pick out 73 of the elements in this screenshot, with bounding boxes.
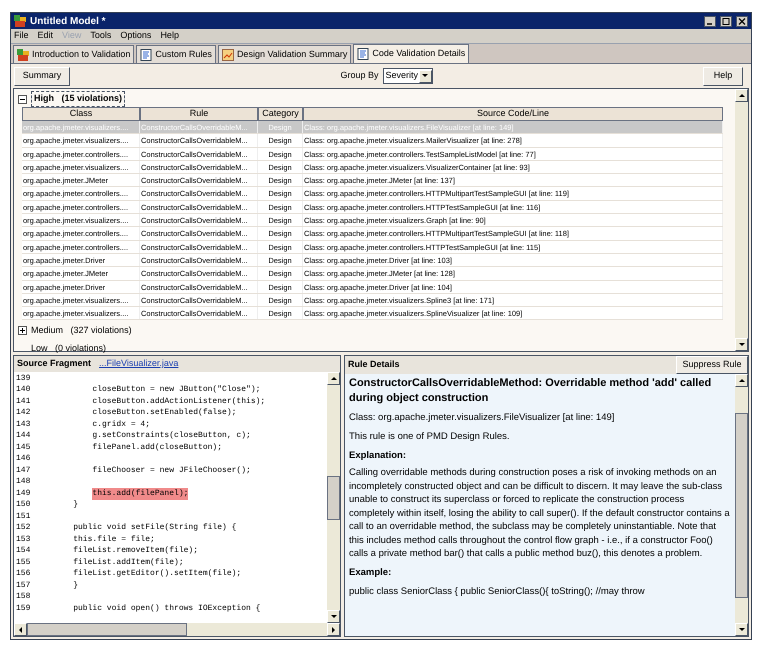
line-number: 157 [15, 580, 32, 592]
group-by-label: Group By [340, 69, 379, 82]
menu-item[interactable]: Help [160, 29, 179, 43]
explanation-text: Calling overridable methods during construction poses a risk of invoking methods on an incompletely constructed object and can be difficult to discern. It may leave the sub-class unable to construct its superclass or forced to replicate the construction process completely within itself, losing the ability to call super(). If the default constructor contains a call to an overridable method, the subclass may be completely uninstantiable. Note that this includes method calls throughout the control flow graph - i.e., if a constructor Foo() calls a private method bar() that calls a public method buz(), this denotes a problem. [349, 466, 731, 560]
panel-title: Source Fragment [17, 357, 92, 370]
tab[interactable]: Introduction to Validation [13, 45, 134, 63]
class-location: Class: org.apache.jmeter.visualizers.FileVisualizer [at line: 149] [349, 411, 616, 425]
line-number: 147 [15, 464, 32, 477]
column-header[interactable]: Class [22, 107, 140, 121]
column-header[interactable]: Source Code/Line [303, 107, 723, 121]
tab[interactable]: Custom Rules [136, 45, 216, 63]
line-number: 145 [15, 442, 32, 454]
menu-item[interactable]: Tools [90, 29, 112, 43]
scroll-up-icon[interactable] [327, 372, 340, 385]
scroll-down-icon[interactable] [735, 338, 748, 351]
file-link[interactable]: ...FileVisualizer.java [99, 357, 178, 371]
line-number: 154 [15, 545, 32, 558]
scroll-left-icon[interactable] [14, 623, 27, 636]
line-number: 139 [15, 372, 32, 385]
line-number: 148 [15, 476, 32, 488]
menu-item[interactable]: Options [120, 29, 152, 43]
panel-title: Rule Details [348, 358, 400, 372]
scroll-thumb[interactable] [27, 623, 187, 636]
collapse-toggle-icon[interactable] [18, 94, 27, 104]
maximize-icon[interactable] [720, 16, 732, 26]
tab[interactable]: Design Validation Summary [218, 45, 352, 63]
suppress-rule-button[interactable]: Suppress Rule [676, 356, 748, 374]
close-icon[interactable] [736, 16, 748, 26]
rule-set-note: This rule is one of PMD Design Rules. [349, 430, 511, 444]
scroll-up-icon[interactable] [735, 89, 748, 102]
line-number: 143 [15, 418, 32, 431]
line-number: 144 [15, 430, 32, 442]
scroll-right-icon[interactable] [327, 623, 340, 636]
scroll-down-icon[interactable] [327, 610, 340, 623]
tab[interactable]: Code Validation Details [353, 44, 470, 63]
document-icon [140, 48, 152, 60]
section-heading: Explanation: [349, 449, 408, 463]
example-code: public class SeniorClass { public SeniorClass(){ toString(); //may throw [349, 584, 646, 598]
group-label: Medium (327 violations) [31, 324, 132, 337]
document-icon [357, 48, 370, 60]
line-number: 140 [15, 384, 32, 396]
summary-button[interactable]: Summary [14, 66, 70, 86]
line-number: 159 [15, 602, 32, 615]
group-by-dropdown[interactable]: Severity [382, 68, 433, 84]
line-number: 153 [15, 534, 32, 546]
blocks-icon [17, 48, 29, 60]
line-number: 146 [15, 453, 32, 466]
blocks-icon [14, 15, 26, 27]
column-header[interactable]: Rule [140, 107, 258, 121]
line-number: 155 [15, 556, 32, 569]
line-number: 150 [15, 499, 32, 512]
minimize-icon[interactable] [704, 16, 716, 26]
rule-heading: ConstructorCallsOverridableMethod: Overridable method 'add' called during object construction [349, 376, 712, 406]
window-title: Untitled Model * [30, 14, 106, 28]
scroll-up-icon[interactable] [735, 374, 748, 387]
menu-item[interactable]: File [14, 29, 29, 43]
line-number: 158 [15, 591, 32, 604]
scroll-thumb[interactable] [327, 476, 340, 520]
line-number: 149 [15, 488, 32, 500]
line-number: 156 [15, 568, 32, 580]
line-number: 152 [15, 522, 32, 534]
expand-toggle-icon[interactable] [18, 326, 27, 335]
scroll-thumb[interactable] [735, 412, 748, 598]
menu-item[interactable]: Edit [38, 29, 54, 43]
line-number: 151 [15, 510, 32, 523]
line-number: 141 [15, 396, 32, 408]
chart-icon [222, 48, 234, 60]
group-label: Low (0 violations) [31, 342, 106, 355]
line-number: 142 [15, 407, 32, 420]
help-button[interactable]: Help [703, 66, 743, 86]
scroll-down-icon[interactable] [735, 623, 748, 636]
section-heading: Example: [349, 566, 392, 580]
column-header[interactable]: Category [258, 107, 303, 121]
